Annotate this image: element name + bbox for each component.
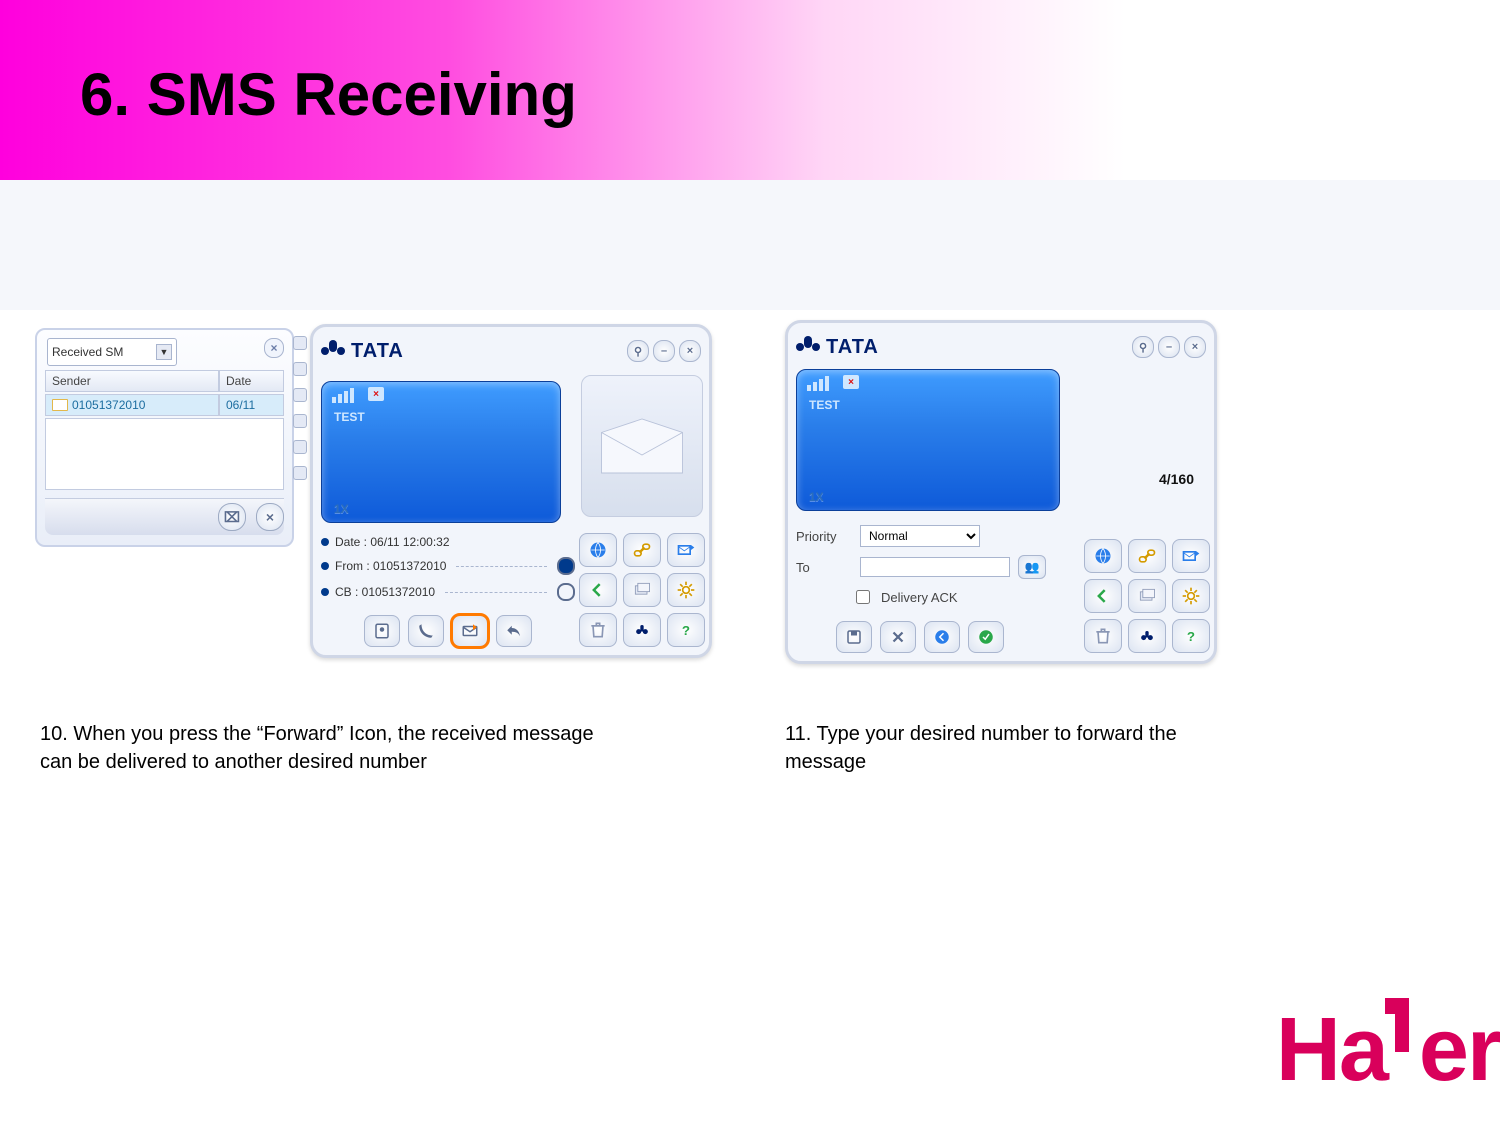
pin-icon[interactable]: ⚲ bbox=[627, 340, 649, 362]
cb-radio[interactable] bbox=[557, 583, 575, 601]
brand-text: TATA bbox=[351, 340, 404, 363]
signal-icon bbox=[807, 376, 829, 391]
compose-action-row bbox=[836, 621, 1060, 653]
info-from: From : 01051372010 bbox=[335, 559, 446, 573]
close-icon[interactable]: × bbox=[264, 338, 284, 358]
priority-label: Priority bbox=[796, 529, 852, 544]
no-service-icon bbox=[368, 387, 384, 401]
page-title: 6. SMS Receiving bbox=[80, 60, 577, 129]
header-sender: Sender bbox=[45, 370, 219, 392]
to-label: To bbox=[796, 560, 852, 575]
tata-logo: TATA bbox=[796, 336, 879, 359]
onex-indicator: 1X bbox=[809, 490, 824, 504]
list-headers: Sender Date bbox=[45, 370, 284, 392]
side-icon-grid: ? bbox=[579, 533, 699, 647]
folder-dropdown-label: Received SM bbox=[52, 345, 123, 359]
send-icon[interactable] bbox=[968, 621, 1004, 653]
back-icon[interactable] bbox=[579, 573, 617, 607]
compose-display[interactable]: TEST 1X bbox=[796, 369, 1060, 511]
delivery-ack-label: Delivery ACK bbox=[881, 590, 958, 605]
browser-icon[interactable] bbox=[1084, 539, 1122, 573]
envelope-graphic bbox=[581, 375, 703, 517]
gear-icon[interactable] bbox=[1172, 579, 1210, 613]
priority-select[interactable]: Normal bbox=[860, 525, 980, 547]
cancel-icon[interactable] bbox=[880, 621, 916, 653]
row-date: 06/11 bbox=[219, 394, 284, 416]
help-icon[interactable]: ? bbox=[667, 613, 705, 647]
list-blank bbox=[45, 418, 284, 490]
delete-selected-icon[interactable]: ⌧ bbox=[218, 503, 246, 531]
caption-10: 10. When you press the “Forward” Icon, t… bbox=[40, 720, 630, 776]
back-icon[interactable] bbox=[1084, 579, 1122, 613]
side-icon-grid: ? bbox=[1084, 539, 1204, 653]
slide-body bbox=[0, 180, 1500, 1122]
cards-icon[interactable] bbox=[623, 573, 661, 607]
envelope-icon bbox=[52, 399, 68, 411]
from-radio[interactable] bbox=[557, 557, 575, 575]
prev-icon[interactable] bbox=[924, 621, 960, 653]
close-window-icon[interactable]: × bbox=[679, 340, 701, 362]
list-toolbar: ⌧ × bbox=[45, 498, 284, 535]
info-date: Date : 06/11 12:00:32 bbox=[335, 535, 450, 549]
message-info: Date : 06/11 12:00:32 From : 01051372010… bbox=[321, 531, 575, 605]
signal-icon bbox=[332, 388, 354, 403]
browser-icon[interactable] bbox=[579, 533, 617, 567]
received-list-window: Received SM ▼ × Sender Date 01051372010 … bbox=[35, 328, 294, 547]
chain-icon[interactable] bbox=[623, 533, 661, 567]
row-sender: 01051372010 bbox=[72, 398, 145, 412]
pin-icon[interactable]: ⚲ bbox=[1132, 336, 1154, 358]
tata-icon[interactable] bbox=[623, 613, 661, 647]
contacts-icon[interactable] bbox=[364, 615, 400, 647]
tata-icon[interactable] bbox=[1128, 619, 1166, 653]
save-icon[interactable] bbox=[836, 621, 872, 653]
message-display: TEST 1X bbox=[321, 381, 561, 523]
delivery-ack-checkbox[interactable] bbox=[856, 590, 870, 604]
compose-fields: Priority Normal To 👥 Delivery ACK bbox=[796, 521, 1060, 611]
forward-icon[interactable] bbox=[452, 615, 488, 647]
phone-icon[interactable] bbox=[408, 615, 444, 647]
message-text: TEST bbox=[334, 410, 365, 424]
close-window-icon[interactable]: × bbox=[1184, 336, 1206, 358]
minimize-icon[interactable]: – bbox=[1158, 336, 1180, 358]
haier-logo: Haer bbox=[1276, 998, 1500, 1102]
svg-text:?: ? bbox=[1187, 629, 1195, 644]
chain-icon[interactable] bbox=[1128, 539, 1166, 573]
mail-out-icon[interactable] bbox=[667, 533, 705, 567]
close-list-icon[interactable]: × bbox=[256, 503, 284, 531]
mail-out-icon[interactable] bbox=[1172, 539, 1210, 573]
view-action-row bbox=[321, 615, 575, 647]
onex-indicator: 1X bbox=[334, 502, 349, 516]
minimize-icon[interactable]: – bbox=[653, 340, 675, 362]
tata-logo: TATA bbox=[321, 340, 404, 363]
svg-text:?: ? bbox=[682, 623, 690, 638]
cards-icon[interactable] bbox=[1128, 579, 1166, 613]
folder-dropdown[interactable]: Received SM ▼ bbox=[47, 338, 177, 366]
tata-view-window: TATA ⚲ – × TEST 1X Date : 06/11 12:00:32… bbox=[310, 324, 712, 658]
brand-text: TATA bbox=[826, 336, 879, 359]
to-input[interactable] bbox=[860, 557, 1010, 577]
grey-strip bbox=[0, 180, 1500, 310]
addressbook-icon[interactable]: 👥 bbox=[1018, 555, 1046, 579]
trash-icon[interactable] bbox=[579, 613, 617, 647]
no-service-icon bbox=[843, 375, 859, 389]
list-item[interactable]: 01051372010 06/11 bbox=[45, 394, 284, 416]
info-cb: CB : 01051372010 bbox=[335, 585, 435, 599]
gear-icon[interactable] bbox=[667, 573, 705, 607]
tata-compose-window: TATA ⚲ – × TEST 1X Priority bbox=[785, 320, 1217, 664]
binder-coil bbox=[293, 336, 307, 480]
caption-11: 11. Type your desired number to forward … bbox=[785, 720, 1205, 776]
reply-icon[interactable] bbox=[496, 615, 532, 647]
char-counter: 4/160 bbox=[1159, 471, 1194, 487]
chevron-down-icon: ▼ bbox=[156, 344, 172, 360]
trash-icon[interactable] bbox=[1084, 619, 1122, 653]
help-icon[interactable]: ? bbox=[1172, 619, 1210, 653]
header-date: Date bbox=[219, 370, 284, 392]
compose-text: TEST bbox=[809, 398, 840, 412]
